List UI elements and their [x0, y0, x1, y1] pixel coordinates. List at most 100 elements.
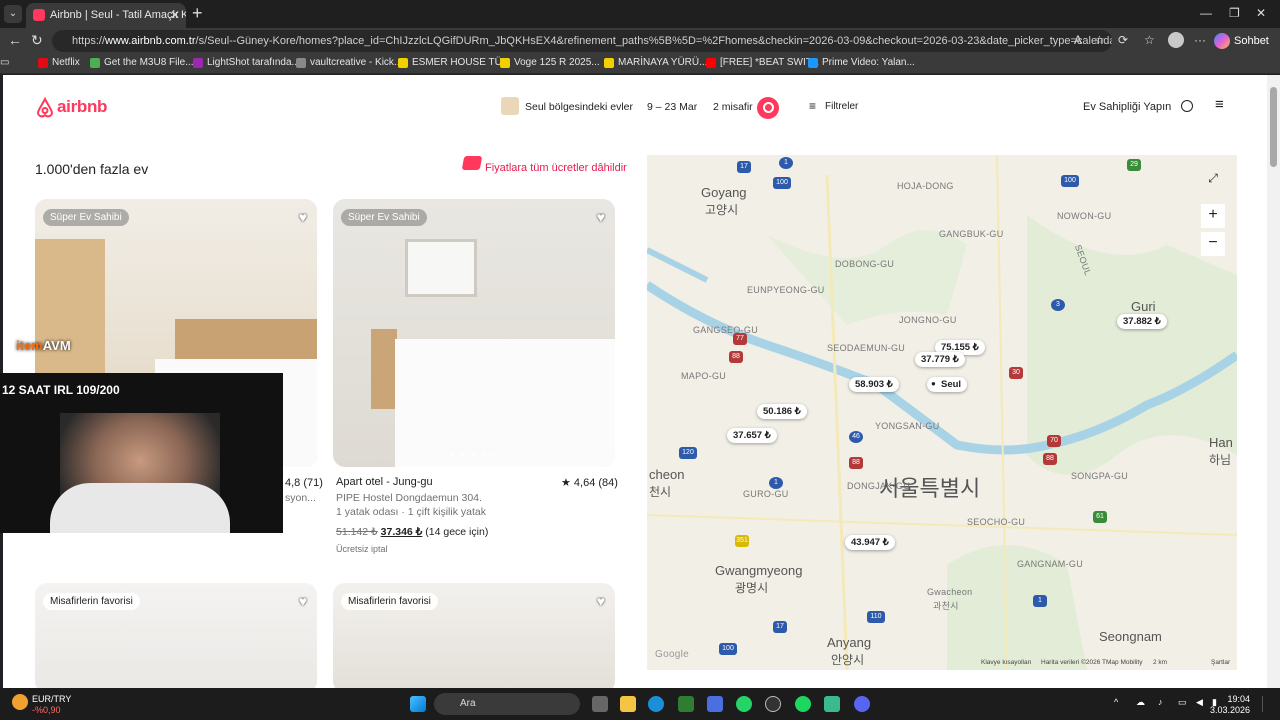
terms-link[interactable]: Şartlar: [1211, 659, 1230, 666]
listing-rating: ★ 4,64 (84): [561, 477, 618, 489]
wishlist-heart-icon[interactable]: ♥: [299, 593, 307, 609]
wishlist-heart-icon[interactable]: ♥: [299, 209, 307, 225]
map-label: 안양시: [831, 653, 865, 667]
minimize-icon[interactable]: —: [1200, 6, 1212, 20]
road-shield: 3: [1051, 299, 1065, 311]
map-price-pin[interactable]: 58.903 ₺: [849, 377, 899, 392]
wishlist-heart-icon[interactable]: ♥: [597, 593, 605, 609]
bookmark-item[interactable]: Prime Video: Yalan...: [808, 57, 915, 68]
bookmarks-folder-icon[interactable]: ▭: [0, 57, 9, 68]
wishlist-heart-icon[interactable]: ♥: [597, 209, 605, 225]
zoom-out-button[interactable]: −: [1201, 232, 1225, 256]
file-explorer-icon[interactable]: [620, 696, 636, 712]
store-icon[interactable]: [678, 696, 694, 712]
bookmark-item[interactable]: LightShot tarafında...: [193, 57, 300, 68]
favorite-star-icon[interactable]: ☆: [1094, 33, 1105, 47]
new-tab-icon[interactable]: +: [192, 4, 203, 22]
bookmark-favicon-icon: [808, 58, 818, 68]
bookmark-item[interactable]: ESMER HOUSE TÜ...: [398, 57, 510, 68]
edge-icon[interactable]: [648, 696, 664, 712]
map-label: EUNPYEONG-GU: [747, 285, 825, 295]
search-location[interactable]: Seul bölgesindeki evler: [525, 101, 633, 113]
obs-icon[interactable]: [765, 696, 781, 712]
bookmark-item[interactable]: Voge 125 R 2025...: [500, 57, 600, 68]
globe-icon[interactable]: [1181, 100, 1193, 112]
network-icon[interactable]: ▭: [1178, 697, 1187, 708]
search-bar[interactable]: Seul bölgesindeki evler 9 – 23 Mar 2 mis…: [497, 91, 783, 125]
bookmark-favicon-icon: [193, 58, 203, 68]
cloud-sync-icon[interactable]: ☁: [1136, 697, 1145, 708]
collections-icon[interactable]: ☆: [1144, 33, 1155, 47]
sponsor-logo: itemAVM: [16, 338, 71, 353]
listing-price[interactable]: 51.142 ₺ 37.346 ₺ (14 gece için): [336, 526, 488, 538]
clock-time[interactable]: 19:04: [1226, 694, 1250, 704]
taskbar-search[interactable]: Ara: [434, 693, 580, 715]
listing-title[interactable]: Apart otel - Jung-gu: [336, 476, 433, 488]
reload-icon[interactable]: ↻: [31, 32, 43, 49]
windows-start-icon[interactable]: [410, 696, 426, 712]
search-guests[interactable]: 2 misafir: [713, 101, 753, 113]
profile-avatar[interactable]: [1168, 32, 1184, 48]
page-scrollbar[interactable]: [1267, 75, 1280, 688]
maximize-icon[interactable]: ❐: [1229, 6, 1240, 20]
listing-beds: 1 yatak odası · 1 çift kişilik yatak: [336, 506, 486, 518]
currency-widget-icon[interactable]: [12, 694, 28, 710]
expand-map-icon[interactable]: ⤢: [1201, 167, 1225, 191]
carousel-dots[interactable]: ● ● ● ● ●: [451, 452, 498, 459]
clock-date[interactable]: 3.03.2026: [1206, 705, 1250, 715]
listing-image[interactable]: Misafirlerin favorisi ♥: [333, 583, 615, 688]
back-icon[interactable]: ←: [8, 32, 22, 48]
airbnb-logo-text[interactable]: airbnb: [57, 97, 107, 117]
whatsapp-icon[interactable]: [736, 696, 752, 712]
map-price-pin[interactable]: 43.947 ₺: [845, 535, 895, 550]
keyboard-shortcuts-link[interactable]: Klavye kısayolları: [981, 659, 1032, 666]
listing-subtitle: syon...: [285, 492, 316, 504]
airbnb-logo-icon[interactable]: [35, 97, 55, 119]
bookmark-item[interactable]: MARİNAYA YÜRÜ...: [604, 57, 707, 68]
microphone-icon[interactable]: ♪: [1158, 697, 1163, 707]
search-dates[interactable]: 9 – 23 Mar: [647, 101, 697, 113]
spotify-icon[interactable]: [795, 696, 811, 712]
map-label: cheon: [649, 467, 685, 482]
hamburger-menu-icon[interactable]: ≡: [1215, 96, 1224, 113]
filters-button[interactable]: Filtreler: [809, 99, 858, 113]
scrollbar-thumb[interactable]: [1270, 87, 1277, 167]
map-price-pin[interactable]: 37.882 ₺: [1117, 314, 1167, 329]
bookmark-item[interactable]: vaultcreative - Kick...: [296, 57, 402, 68]
volume-icon[interactable]: ◀: [1196, 697, 1203, 708]
map-price-pin[interactable]: 50.186 ₺: [757, 404, 807, 419]
road-shield: 29: [1127, 159, 1141, 171]
discord-icon[interactable]: [854, 696, 870, 712]
app-icon[interactable]: [824, 696, 840, 712]
mail-icon[interactable]: [707, 696, 723, 712]
more-menu-icon[interactable]: ···: [1194, 33, 1206, 47]
url-field[interactable]: https://www.airbnb.com.tr/s/Seul--Güney-…: [52, 30, 1112, 52]
bookmark-item[interactable]: Get the M3U8 File...: [90, 57, 193, 68]
road-shield: 46: [849, 431, 863, 443]
tray-chevron-icon[interactable]: ^: [1114, 697, 1118, 707]
extensions-icon[interactable]: ⟳: [1118, 33, 1128, 47]
listing-image[interactable]: Misafirlerin favorisi ♥: [35, 583, 317, 688]
read-aloud-icon[interactable]: A: [1074, 33, 1082, 47]
tab-list-icon[interactable]: ⌄: [4, 5, 22, 23]
results-map[interactable]: Goyang 고양시 HOJA-DONG GANGBUK-GU NOWON-GU…: [647, 155, 1237, 670]
task-view-icon[interactable]: [592, 696, 608, 712]
listing-image[interactable]: Süper Ev Sahibi ♥ ● ● ● ● ●: [333, 199, 615, 467]
search-button[interactable]: [757, 97, 779, 119]
map-label: Goyang: [701, 185, 747, 200]
seoul-location-pin[interactable]: ● Seul: [927, 377, 968, 392]
close-tab-icon[interactable]: ✕: [170, 3, 180, 27]
browser-tab-airbnb[interactable]: Airbnb | Seul - Tatil Amaçlı Kiralık ✕: [26, 3, 186, 28]
map-price-pin[interactable]: 37.657 ₺: [727, 428, 777, 443]
map-label: GANGBUK-GU: [939, 229, 1004, 239]
close-window-icon[interactable]: ✕: [1256, 6, 1266, 20]
bookmark-item[interactable]: [FREE] *BEAT SWIT...: [706, 57, 819, 68]
zoom-in-button[interactable]: +: [1201, 204, 1225, 228]
bookmark-item[interactable]: Netflix: [38, 57, 80, 68]
map-price-pin[interactable]: 37.779 ₺: [915, 352, 965, 367]
room-window: [405, 239, 477, 297]
road-shield: 100: [719, 643, 737, 655]
price-note[interactable]: Fiyatlara tüm ücretler dâhildir: [485, 162, 627, 174]
become-host-link[interactable]: Ev Sahipliği Yapın: [1083, 101, 1171, 113]
show-desktop-button[interactable]: [1262, 696, 1272, 712]
